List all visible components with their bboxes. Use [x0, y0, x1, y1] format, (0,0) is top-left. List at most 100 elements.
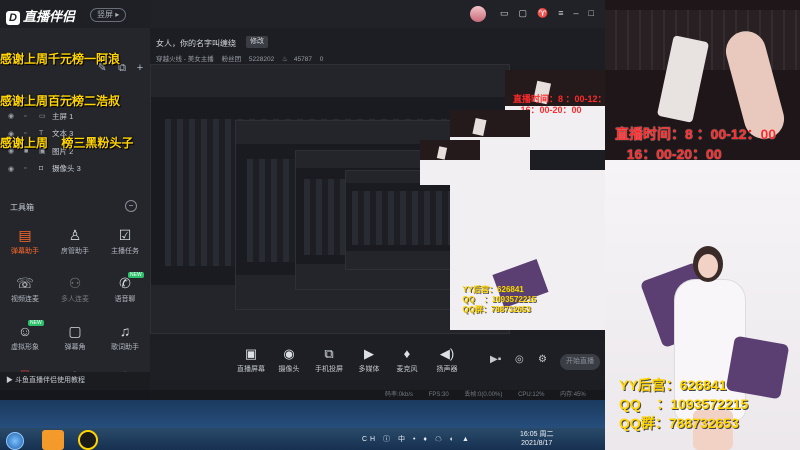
screen-root: D 直播伴侣 竖屏 ▸ ✎ ⧉ + ◉ ▫ T 文本 4 ◉ ▫ ▭ 主屏 1 ◉: [0, 0, 800, 450]
tv-icon: ▢: [68, 323, 82, 339]
tool-room-admin[interactable]: ♙ 房管助手: [50, 226, 100, 266]
live-app-taskbar-icon[interactable]: [78, 430, 98, 450]
toolbox-collapse-icon[interactable]: −: [125, 200, 137, 212]
status-strip: 码率:0kb/s FPS:30 丢帧:0(0.00%) CPU:12% 内存:4…: [150, 390, 605, 400]
tool-label: 弹幕角: [64, 344, 86, 351]
camera-icon: ◉: [283, 346, 295, 361]
danmaku-icon: ▤: [18, 227, 32, 243]
system-clock[interactable]: 16:05 周二 2021/8/17: [520, 430, 553, 448]
broadcast-time: 直播时间：8 ：00-12：00 16：00-20：00: [615, 126, 777, 162]
clock-date: 2021/8/17: [521, 440, 553, 447]
desk-camera: 直播时间：8 ：00-12：00 16：00-20：00: [605, 0, 800, 162]
app-logo: D 直播伴侣: [6, 6, 75, 25]
stream-preview: ▭▢♈≡–□ 女人，你的名字叫缠绕 修改 穿越火线 - 美女主播 粉丝团 522…: [150, 0, 605, 390]
tool-label: 虚拟形象: [11, 344, 39, 351]
room-meta: 穿越火线 - 美女主播 粉丝团 5228202 ♨ 45787 0: [156, 53, 329, 63]
tool-virtual-avatar[interactable]: NEW ☺ 虚拟形象: [0, 320, 50, 362]
room-title: 女人，你的名字叫缠绕: [156, 39, 236, 48]
minimize-icon[interactable]: –: [574, 8, 589, 18]
tool-voice-chat[interactable]: NEW ✆ 语音聊: [100, 272, 150, 314]
dropped-frames-status: 丢帧:0(0.00%): [464, 392, 503, 398]
app-taskbar-icon[interactable]: [42, 430, 64, 450]
camera-button[interactable]: ◉ 摄像头: [268, 346, 310, 378]
preview-top-bar: ▭▢♈≡–□: [150, 0, 605, 28]
dock-label: 麦克风: [396, 366, 418, 373]
tool-danmaku-assistant[interactable]: ▤ 弹幕助手: [0, 226, 50, 266]
nested-camera-main: YY后宫：626841 QQ ：1093572215 QQ群：788732653: [450, 170, 605, 330]
shirt-icon[interactable]: ♈: [537, 8, 558, 18]
dock-label: 多媒体: [358, 366, 380, 373]
memory-status: 内存:45%: [560, 392, 586, 398]
toolbox-title: 工具箱: [10, 203, 34, 212]
tutorial-label: 斗鱼直播伴侣使用教程: [14, 377, 85, 384]
orientation-mode-label: 竖屏: [97, 10, 113, 19]
desktop-background: [0, 400, 605, 428]
task-icon: ☑: [118, 227, 132, 243]
tool-video-link[interactable]: ☏ 视频连麦: [0, 274, 50, 314]
multi-link-icon: ⚇: [68, 275, 82, 291]
video-link-icon: ☏: [16, 275, 34, 291]
tutorial-link[interactable]: ▶ 斗鱼直播伴侣使用教程: [0, 372, 150, 390]
play-icon: ▶: [6, 377, 15, 384]
bitrate-status: 码率:0kb/s: [385, 392, 414, 398]
ticker-line: 感谢上周 榜三黑粉头子: [0, 136, 134, 150]
add-scene-icon[interactable]: +: [134, 62, 146, 74]
speaker-button[interactable]: ◀) 扬声器: [426, 346, 468, 378]
mic-icon: ♦: [403, 346, 411, 361]
media-button[interactable]: ▶ 多媒体: [348, 346, 390, 378]
tool-streamer-task[interactable]: ☑ 主播任务: [100, 226, 150, 266]
maximize-icon[interactable]: □: [589, 8, 604, 18]
phone-cast-button[interactable]: ⧉ 手机投屏: [308, 346, 350, 378]
tool-label: 歌词助手: [111, 344, 139, 351]
tool-multi-link[interactable]: ⚇ 多人连麦: [50, 274, 100, 314]
speaker-icon: ◀): [439, 346, 455, 361]
start-live-button[interactable]: 开始直播: [560, 354, 600, 370]
record-icon[interactable]: ▶▪: [490, 354, 501, 365]
menu-icon[interactable]: ≡: [558, 8, 573, 18]
dock-label: 扬声器: [436, 366, 458, 373]
fan-group[interactable]: 粉丝团: [222, 56, 242, 63]
system-tray[interactable]: CH ⓘ 中 • ♦ ☁ ◐ ▲: [362, 434, 472, 444]
gift-icon[interactable]: ▢: [519, 8, 538, 18]
orientation-mode-button[interactable]: 竖屏 ▸: [90, 8, 127, 22]
tool-label: 主播任务: [111, 248, 139, 255]
contact-info: YY后宫：626841 QQ ：1093572215 QQ群：788732653: [619, 377, 749, 431]
heat-value: 45787: [293, 56, 312, 63]
new-badge: NEW: [28, 320, 44, 326]
ticker-overlay: 感谢上周千元榜一阿浪 感谢上周百元榜二浩叔 感谢上周 榜三黑粉头子: [0, 24, 133, 178]
cpu-status: CPU:12%: [518, 392, 545, 398]
tool-danmaku-tv[interactable]: ▢ 弹幕角: [50, 322, 100, 362]
phone-cast-icon: ⧉: [324, 346, 334, 361]
tool-label: 多人连麦: [61, 296, 89, 303]
windows-start-icon[interactable]: [6, 432, 24, 450]
dock-label: 摄像头: [278, 366, 300, 373]
streamer-face: [698, 254, 718, 278]
tool-label: 语音聊: [114, 296, 136, 303]
tool-lyrics[interactable]: ♫ 歌词助手: [100, 322, 150, 362]
ticker-line: 感谢上周百元榜二浩叔: [0, 94, 121, 108]
message-icon[interactable]: ▭: [500, 8, 519, 18]
media-icon: ▶: [364, 346, 374, 361]
heat-icon: ♨: [282, 56, 288, 63]
app-logo-text: 直播伴侣: [23, 9, 76, 24]
admin-icon: ♙: [68, 227, 82, 243]
new-badge: NEW: [128, 272, 144, 278]
avatar[interactable]: [470, 6, 486, 22]
fps-status: FPS:30: [428, 392, 449, 398]
edit-title-button[interactable]: 修改: [246, 36, 268, 48]
ticker-line: 感谢上周千元榜一阿浪: [0, 52, 121, 66]
settings-gear-icon[interactable]: ⚙: [538, 354, 547, 365]
tool-label: 房管助手: [61, 248, 89, 255]
window-controls: ▭▢♈≡–□: [500, 8, 604, 19]
mic-button[interactable]: ♦ 麦克风: [386, 346, 428, 378]
dock-label: 手机投屏: [315, 366, 343, 373]
tool-label: 弹幕助手: [11, 248, 39, 255]
lyrics-icon: ♫: [119, 323, 131, 339]
preview-eye-icon[interactable]: ◎: [515, 354, 524, 365]
online-count: 0: [319, 56, 324, 63]
room-category[interactable]: 穿越火线 - 美女主播: [156, 56, 214, 63]
screen-capture-button[interactable]: ▣ 直播屏幕: [230, 346, 272, 378]
screen-icon: ▣: [244, 346, 258, 361]
camera-feed: 直播时间：8 ：00-12：00 16：00-20：00 YY后宫：626841…: [605, 0, 800, 450]
room-id: 5228202: [248, 56, 275, 63]
